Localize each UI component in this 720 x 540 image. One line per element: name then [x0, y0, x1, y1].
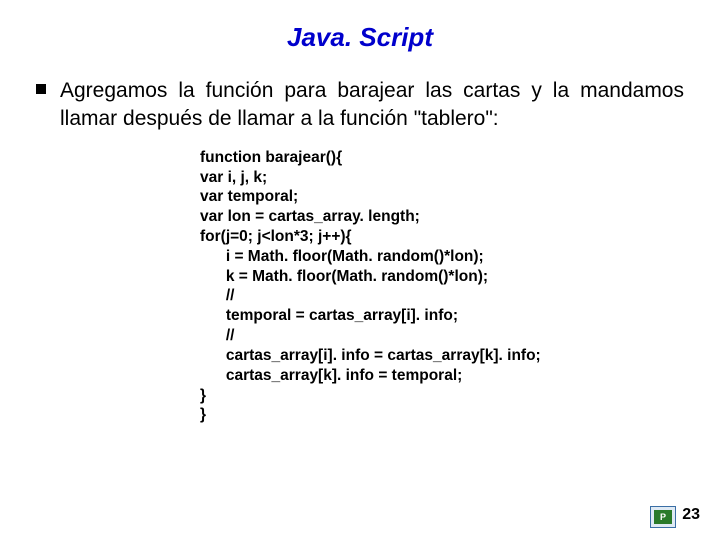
bullet-text: Agregamos la función para barajear las c… [60, 77, 684, 134]
code-line: } [200, 406, 206, 423]
code-line: cartas_array[k]. info = temporal; [200, 367, 462, 384]
code-line: temporal = cartas_array[i]. info; [200, 307, 458, 324]
code-line: } [200, 387, 206, 404]
page-number: 23 [682, 506, 700, 524]
code-line: k = Math. floor(Math. random()*lon); [200, 268, 488, 285]
square-bullet-icon [36, 84, 46, 94]
code-line: for(j=0; j<lon*3; j++){ [200, 228, 352, 245]
footer-logo-text: P [654, 510, 672, 524]
bullet-row: Agregamos la función para barajear las c… [0, 61, 720, 134]
code-line: var temporal; [200, 188, 298, 205]
code-line: // [200, 327, 234, 344]
code-line: // [200, 287, 234, 304]
code-line: i = Math. floor(Math. random()*lon); [200, 248, 484, 265]
slide: Java. Script Agregamos la función para b… [0, 0, 720, 540]
slide-title: Java. Script [0, 0, 720, 61]
code-line: var i, j, k; [200, 169, 267, 186]
code-line: cartas_array[i]. info = cartas_array[k].… [200, 347, 541, 364]
code-line: function barajear(){ [200, 149, 342, 166]
footer-logo-icon: P [650, 506, 676, 528]
code-line: var lon = cartas_array. length; [200, 208, 420, 225]
code-block: function barajear(){ var i, j, k; var te… [200, 148, 720, 426]
